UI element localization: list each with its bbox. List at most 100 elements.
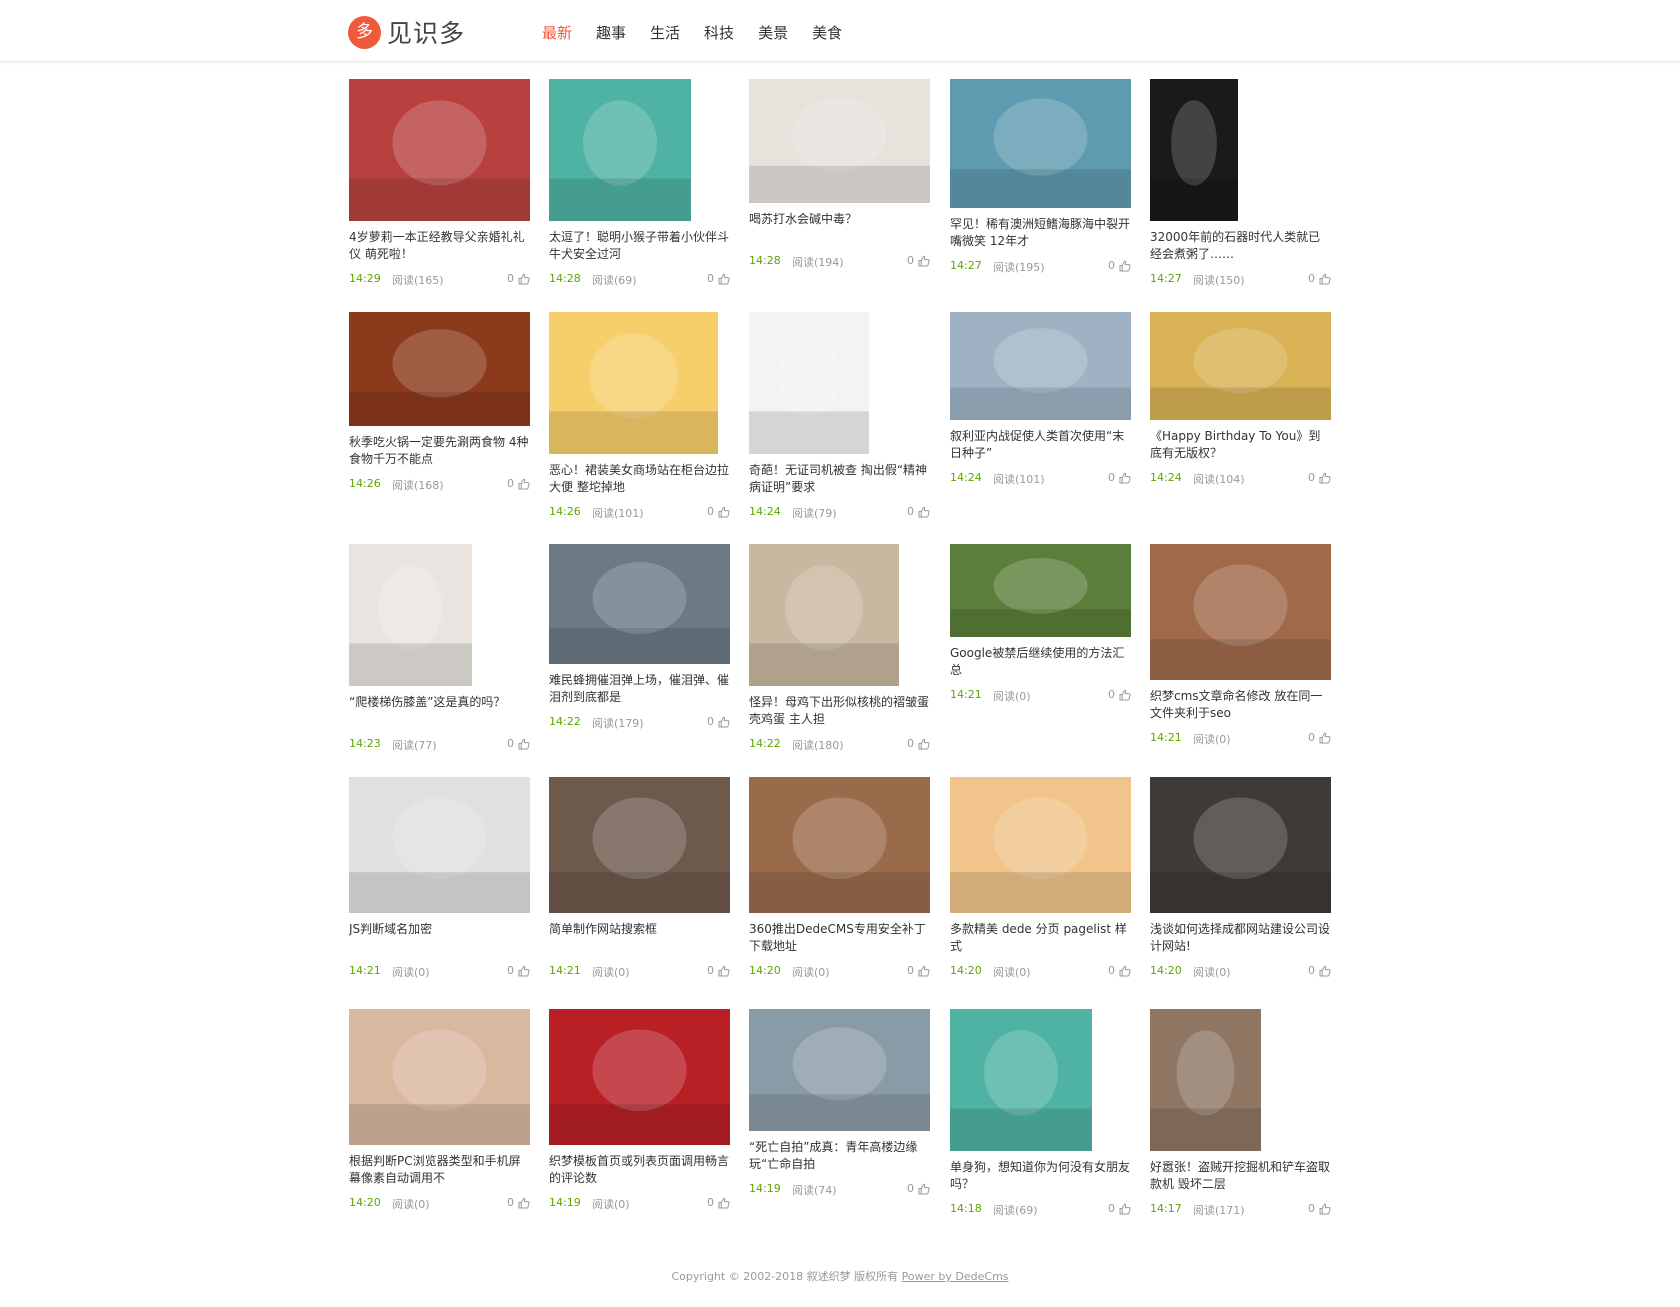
like-button[interactable]: 0 bbox=[1308, 471, 1331, 484]
article-title[interactable]: “死亡自拍”成真：青年高楼边缘玩“亡命自拍 bbox=[749, 1139, 930, 1173]
like-button[interactable]: 0 bbox=[507, 477, 530, 490]
article-title[interactable]: 罕见！稀有澳洲短鳍海豚海中裂开嘴微笑 12年才 bbox=[950, 216, 1131, 250]
article-read-count: 阅读(165) bbox=[392, 274, 444, 287]
article-title[interactable]: 织梦cms文章命名修改 放在同一文件夹利于seo bbox=[1150, 688, 1331, 722]
nav-item-food[interactable]: 美食 bbox=[812, 22, 842, 43]
like-button[interactable]: 0 bbox=[1108, 1202, 1131, 1215]
nav-item-latest[interactable]: 最新 bbox=[542, 22, 572, 43]
article-thumbnail[interactable] bbox=[349, 544, 472, 686]
article-thumbnail[interactable] bbox=[549, 1009, 730, 1145]
article-thumbnail[interactable] bbox=[349, 777, 530, 913]
like-button[interactable]: 0 bbox=[1308, 964, 1331, 977]
article-time: 14:22 bbox=[549, 715, 581, 728]
article-title[interactable]: 浅谈如何选择成都网站建设公司设计网站! bbox=[1150, 921, 1331, 955]
like-button[interactable]: 0 bbox=[507, 964, 530, 977]
article-thumbnail[interactable] bbox=[1150, 312, 1331, 420]
article-title[interactable]: Google被禁后继续使用的方法汇总 bbox=[950, 645, 1131, 679]
like-button[interactable]: 0 bbox=[1108, 688, 1131, 701]
like-button[interactable]: 0 bbox=[707, 1196, 730, 1209]
article-time: 14:20 bbox=[950, 964, 982, 977]
article-title[interactable]: 4岁萝莉一本正经教导父亲婚礼礼仪 萌死啦！ bbox=[349, 229, 530, 263]
article-title[interactable]: 单身狗，想知道你为何没有女朋友吗？ bbox=[950, 1159, 1131, 1193]
article-title[interactable]: 恶心！裙装美女商场站在柜台边拉大便 整坨掉地 bbox=[549, 462, 730, 496]
like-count: 0 bbox=[907, 737, 914, 750]
site-logo[interactable]: 多 见识多 bbox=[348, 15, 465, 49]
like-button[interactable]: 0 bbox=[1108, 964, 1131, 977]
article-thumbnail[interactable] bbox=[349, 312, 530, 426]
article-thumbnail[interactable] bbox=[950, 1009, 1092, 1151]
article-meta: 14:18 阅读(69) 0 bbox=[950, 1202, 1131, 1218]
article-title[interactable]: 秋季吃火锅一定要先涮两食物 4种食物千万不能点 bbox=[349, 434, 530, 468]
article-thumbnail[interactable] bbox=[549, 312, 718, 454]
nav-item-life[interactable]: 生活 bbox=[650, 22, 680, 43]
article-meta: 14:26 阅读(101) 0 bbox=[549, 505, 730, 521]
like-button[interactable]: 0 bbox=[907, 1182, 930, 1195]
article-thumbnail[interactable] bbox=[749, 544, 899, 686]
like-button[interactable]: 0 bbox=[1308, 272, 1331, 285]
nav-item-tech[interactable]: 科技 bbox=[704, 22, 734, 43]
article-title[interactable]: “爬楼梯伤膝盖”这是真的吗？ bbox=[349, 694, 530, 728]
article-title[interactable]: 太逗了！聪明小猴子带着小伙伴斗牛犬安全过河 bbox=[549, 229, 730, 263]
article-thumbnail[interactable] bbox=[950, 544, 1131, 637]
article-thumbnail[interactable] bbox=[749, 777, 930, 913]
article-thumbnail[interactable] bbox=[749, 79, 930, 203]
article-card: “死亡自拍”成真：青年高楼边缘玩“亡命自拍 14:19 阅读(74) 0 bbox=[749, 1009, 930, 1198]
article-thumbnail[interactable] bbox=[1150, 544, 1331, 680]
like-button[interactable]: 0 bbox=[507, 272, 530, 285]
article-time: 14:19 bbox=[549, 1196, 581, 1209]
power-by-link[interactable]: Power by DedeCms bbox=[902, 1270, 1009, 1283]
article-title[interactable]: 难民蜂拥催泪弹上场，催泪弹、催泪剂到底都是 bbox=[549, 672, 730, 706]
article-read-count: 阅读(101) bbox=[592, 507, 644, 520]
article-thumbnail[interactable] bbox=[1150, 79, 1238, 221]
article-meta: 14:20 阅读(0) 0 bbox=[749, 964, 930, 980]
article-meta: 14:20 阅读(0) 0 bbox=[349, 1196, 530, 1212]
nav-item-fun[interactable]: 趣事 bbox=[596, 22, 626, 43]
article-thumbnail[interactable] bbox=[349, 79, 530, 221]
like-button[interactable]: 0 bbox=[707, 272, 730, 285]
like-button[interactable]: 0 bbox=[907, 964, 930, 977]
article-thumbnail[interactable] bbox=[749, 312, 869, 454]
article-title[interactable]: 喝苏打水会碱中毒？ bbox=[749, 211, 930, 245]
like-button[interactable]: 0 bbox=[707, 505, 730, 518]
article-title[interactable]: 织梦模板首页或列表页面调用畅言的评论数 bbox=[549, 1153, 730, 1187]
like-button[interactable]: 0 bbox=[1308, 731, 1331, 744]
like-button[interactable]: 0 bbox=[707, 715, 730, 728]
article-thumbnail[interactable] bbox=[349, 1009, 530, 1145]
nav-item-scenery[interactable]: 美景 bbox=[758, 22, 788, 43]
like-button[interactable]: 0 bbox=[1108, 471, 1131, 484]
like-button[interactable]: 0 bbox=[507, 1196, 530, 1209]
article-thumbnail[interactable] bbox=[1150, 1009, 1261, 1151]
article-title[interactable]: 怪异！母鸡下出形似核桃的褶皱蛋壳鸡蛋 主人担 bbox=[749, 694, 930, 728]
like-button[interactable]: 0 bbox=[1308, 1202, 1331, 1215]
article-title[interactable]: 叙利亚内战促使人类首次使用“末日种子” bbox=[950, 428, 1131, 462]
like-button[interactable]: 0 bbox=[907, 737, 930, 750]
article-title[interactable]: 32000年前的石器时代人类就已经会煮粥了…… bbox=[1150, 229, 1331, 263]
article-title[interactable]: 《Happy Birthday To You》到底有无版权？ bbox=[1150, 428, 1331, 462]
like-button[interactable]: 0 bbox=[707, 964, 730, 977]
article-thumbnail[interactable] bbox=[549, 777, 730, 913]
thumbs-up-icon bbox=[718, 273, 730, 284]
article-meta: 14:19 阅读(74) 0 bbox=[749, 1182, 930, 1198]
article-thumbnail[interactable] bbox=[549, 79, 691, 221]
article-thumbnail[interactable] bbox=[1150, 777, 1331, 913]
article-thumbnail[interactable] bbox=[950, 777, 1131, 913]
like-button[interactable]: 0 bbox=[1108, 259, 1131, 272]
article-thumbnail[interactable] bbox=[950, 312, 1131, 420]
article-title[interactable]: JS判断域名加密 bbox=[349, 921, 530, 955]
waist-measure-photo bbox=[349, 777, 530, 913]
article-title[interactable]: 奇葩！无证司机被查 掏出假“精神病证明”要求 bbox=[749, 462, 930, 496]
like-button[interactable]: 0 bbox=[907, 505, 930, 518]
article-thumbnail[interactable] bbox=[549, 544, 730, 664]
article-thumbnail[interactable] bbox=[749, 1009, 930, 1131]
article-title[interactable]: 多款精美 dede 分页 pagelist 样式 bbox=[950, 921, 1131, 955]
article-thumbnail[interactable] bbox=[950, 79, 1131, 208]
family-selfie-photo bbox=[1150, 544, 1331, 680]
like-button[interactable]: 0 bbox=[907, 254, 930, 267]
like-button[interactable]: 0 bbox=[507, 737, 530, 750]
article-title[interactable]: 好嚣张！盗贼开挖掘机和铲车盗取款机 毁坏二层 bbox=[1150, 1159, 1331, 1193]
article-read-count: 阅读(180) bbox=[792, 739, 844, 752]
article-title[interactable]: 360推出DedeCMS专用安全补丁下载地址 bbox=[749, 921, 930, 955]
article-title[interactable]: 简单制作网站搜索框 bbox=[549, 921, 730, 955]
article-title[interactable]: 根据判断PC浏览器类型和手机屏幕像素自动调用不 bbox=[349, 1153, 530, 1187]
poop-emoji-illustration bbox=[549, 312, 718, 454]
